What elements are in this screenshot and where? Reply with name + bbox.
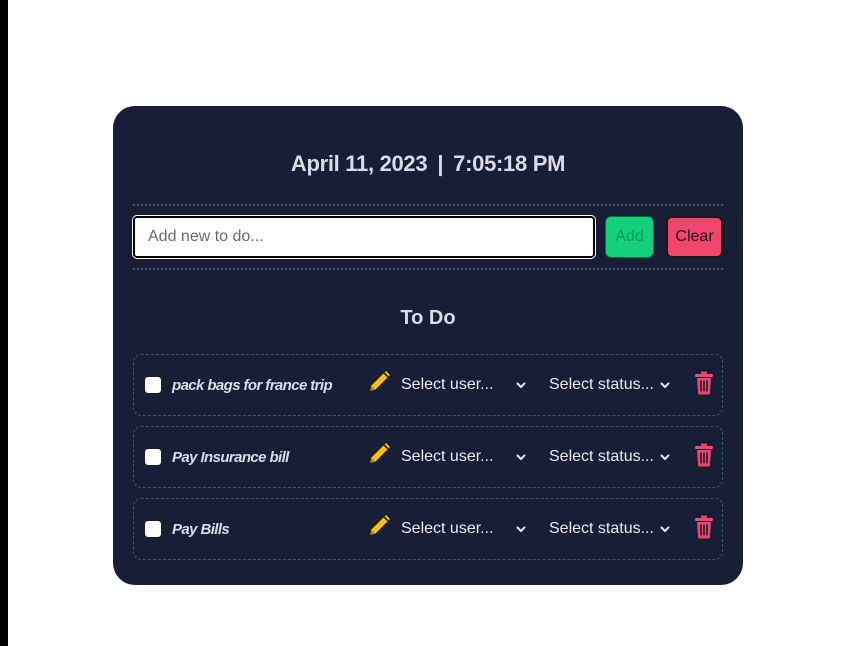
user-select[interactable]: Select user... [401,448,527,466]
datetime-separator: | [437,151,444,176]
user-select-value: Select user... [401,376,494,393]
new-todo-row: Add Clear [132,206,723,268]
user-select[interactable]: Select user... [401,376,527,394]
window-edge [0,0,8,646]
new-todo-input[interactable] [132,215,596,259]
chevron-down-icon [515,523,527,535]
todo-checkbox[interactable] [145,449,161,465]
todo-checkbox[interactable] [145,377,161,393]
todo-card: April 11, 2023 | 7:05:18 PM Add Clear To… [113,106,743,585]
status-select-value: Select status... [549,376,654,393]
status-select[interactable]: Select status... [549,448,671,466]
section-title: To Do [400,307,456,329]
chevron-down-icon [515,379,527,391]
date-text: April 11, 2023 [290,151,428,176]
chevron-down-icon [659,379,671,391]
chevron-down-icon [515,451,527,463]
status-select-value: Select status... [549,520,654,537]
pencil-icon[interactable] [367,370,391,394]
pencil-icon[interactable] [367,514,391,538]
chevron-down-icon [659,451,671,463]
add-button[interactable]: Add [605,216,655,258]
pencil-icon[interactable] [367,442,391,466]
datetime-header: April 11, 2023 | 7:05:18 PM [133,150,723,178]
trash-icon[interactable] [694,515,714,539]
time-text: 7:05:18 PM [453,151,566,176]
todo-text: Pay Bills [172,520,230,538]
status-select[interactable]: Select status... [549,520,671,538]
divider-bottom [133,268,723,270]
trash-icon[interactable] [694,371,714,395]
todo-text: pack bags for france trip [172,376,333,394]
chevron-down-icon [659,523,671,535]
todo-text: Pay Insurance bill [172,448,289,466]
todo-item: Pay Bills Select user... Select status..… [133,498,723,560]
trash-icon[interactable] [694,443,714,467]
todo-list: pack bags for france trip Select user...… [133,354,723,560]
status-select-value: Select status... [549,448,654,465]
todo-item: pack bags for france trip Select user...… [133,354,723,416]
status-select[interactable]: Select status... [549,376,671,394]
todo-item: Pay Insurance bill Select user... Select… [133,426,723,488]
user-select-value: Select user... [401,448,494,465]
clear-button[interactable]: Clear [666,216,723,258]
todo-checkbox[interactable] [145,521,161,537]
user-select[interactable]: Select user... [401,520,527,538]
user-select-value: Select user... [401,520,494,537]
